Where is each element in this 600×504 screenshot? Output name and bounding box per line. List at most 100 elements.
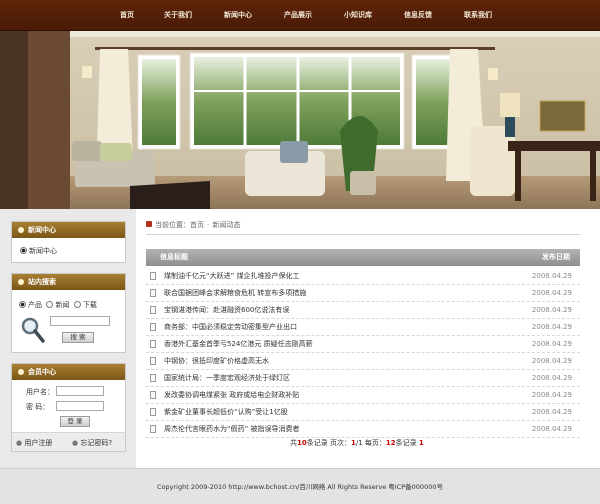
bullet-icon: ● xyxy=(72,439,79,447)
radio-dot-icon xyxy=(19,301,26,308)
radio-products[interactable]: 产品 xyxy=(19,301,42,309)
document-icon xyxy=(150,391,156,399)
breadcrumb: 当前位置：首页 - 新闻动态 xyxy=(146,220,241,230)
news-title-link[interactable]: 周杰伦代言眼药水为“假药” 被指误导消费者 xyxy=(164,421,299,437)
news-date: 2008.04.29 xyxy=(531,374,572,382)
document-icon xyxy=(150,340,156,348)
table-row: 煤制油千亿元“大跃进” 煤企扎堆投产保化工 2008.04.29 xyxy=(146,268,580,285)
column-title: 信息标题 xyxy=(160,253,188,261)
bullet-icon xyxy=(18,279,24,285)
news-title-link[interactable]: 煤制油千亿元“大跃进” 煤企扎堆投产保化工 xyxy=(164,268,299,284)
document-icon xyxy=(150,408,156,416)
member-links-bar: ● 用户注册 ● 忘记密码? xyxy=(12,432,125,451)
register-link[interactable]: ● 用户注册 xyxy=(16,438,52,448)
username-input[interactable] xyxy=(56,386,104,396)
forgot-password-link[interactable]: ● 忘记密码? xyxy=(72,438,112,448)
bullet-icon: ● xyxy=(16,439,23,447)
document-icon xyxy=(150,357,156,365)
search-input[interactable] xyxy=(50,316,110,326)
breadcrumb-home[interactable]: 首页 xyxy=(190,221,204,229)
news-title-link[interactable]: 发改委协调电煤紧张 政府或给电企财政补贴 xyxy=(164,387,299,403)
nav-home[interactable]: 首页 xyxy=(120,0,134,31)
login-button[interactable]: 登 录 xyxy=(60,416,90,427)
nav-products[interactable]: 产品展示 xyxy=(284,0,312,31)
news-date: 2008.04.29 xyxy=(531,391,572,399)
news-date: 2008.04.29 xyxy=(531,408,572,416)
document-icon xyxy=(150,425,156,433)
pagination: 共10条记录 页次：1/1 每页：12条记录 1 xyxy=(290,438,424,448)
password-input[interactable] xyxy=(56,401,104,411)
news-center-label: 新闻中心 xyxy=(29,247,57,255)
news-title-link[interactable]: 宝钢湛港传闻：赴湛融资600亿说法有误 xyxy=(164,302,289,318)
bullet-icon xyxy=(20,247,27,254)
document-icon xyxy=(150,272,156,280)
breadcrumb-prefix: 当前位置： xyxy=(155,221,190,229)
table-row: 联合国据团峰会求解粮食危机 转宣布多项措施 2008.04.29 xyxy=(146,285,580,302)
breadcrumb-current[interactable]: 新闻动态 xyxy=(213,221,241,229)
breadcrumb-separator: - xyxy=(207,221,210,229)
news-date: 2008.04.29 xyxy=(531,357,572,365)
total-records: 10 xyxy=(297,439,307,447)
news-title-link[interactable]: 中钢协：很抵印度矿价格虚高无水 xyxy=(164,353,269,369)
member-center-header: 会员中心 xyxy=(12,364,125,380)
news-date: 2008.04.29 xyxy=(531,272,572,280)
site-search-title: 站内搜索 xyxy=(28,278,56,286)
news-date: 2008.04.29 xyxy=(531,340,572,348)
nav-feedback[interactable]: 信息反馈 xyxy=(404,0,432,31)
magnifier-icon xyxy=(21,317,45,343)
search-button[interactable]: 搜 索 xyxy=(62,332,94,343)
bullet-icon xyxy=(18,369,24,375)
news-title-link[interactable]: 紫金矿业董事长超低价“认购”受让1亿股 xyxy=(164,404,288,420)
location-icon xyxy=(146,221,152,227)
member-center-box: 会员中心 用户名： 密 码： 登 录 ● 用户注册 ● 忘记密码? xyxy=(11,363,126,452)
nav-knowledge[interactable]: 小知识库 xyxy=(344,0,372,31)
table-row: 香港外汇基金首季亏524亿港元 质疑任志刚高薪 2008.04.29 xyxy=(146,336,580,353)
news-title-link[interactable]: 商务部：中国必须稳定劳动密集型产业出口 xyxy=(164,319,297,335)
news-date: 2008.04.29 xyxy=(531,323,572,331)
site-search-box: 站内搜索 产品 新闻 下载 搜 索 xyxy=(11,273,126,353)
document-icon xyxy=(150,374,156,382)
radio-news[interactable]: 新闻 xyxy=(46,301,69,309)
table-row: 商务部：中国必须稳定劳动密集型产业出口 2008.04.29 xyxy=(146,319,580,336)
top-navigation: 首页 关于我们 新闻中心 产品展示 小知识库 信息反馈 联系我们 xyxy=(0,0,600,31)
search-type-radios: 产品 新闻 下载 xyxy=(19,300,97,310)
news-date: 2008.04.29 xyxy=(531,425,572,433)
radio-dot-icon xyxy=(46,301,54,308)
table-row: 国家统计局：一季度宏观经济处于绿灯区 2008.04.29 xyxy=(146,370,580,387)
table-row: 紫金矿业董事长超低价“认购”受让1亿股 2008.04.29 xyxy=(146,404,580,421)
document-icon xyxy=(150,323,156,331)
news-date: 2008.04.29 xyxy=(531,289,572,297)
table-row: 发改委协调电煤紧张 政府或给电企财政补贴 2008.04.29 xyxy=(146,387,580,404)
page-link[interactable]: 1 xyxy=(419,439,424,447)
news-title-link[interactable]: 国家统计局：一季度宏观经济处于绿灯区 xyxy=(164,370,290,386)
nav-about[interactable]: 关于我们 xyxy=(164,0,192,31)
left-sidebar: 新闻中心 新闻中心 站内搜索 产品 新闻 下载 搜 索 会员中心 用户名： 密 … xyxy=(0,209,136,468)
password-label: 密 码： xyxy=(26,403,50,411)
pager-text: 条记录 页次： xyxy=(306,439,351,447)
news-center-header: 新闻中心 xyxy=(12,222,125,238)
bullet-icon xyxy=(18,227,24,233)
site-search-header: 站内搜索 xyxy=(12,274,125,290)
document-icon xyxy=(150,306,156,314)
news-title-link[interactable]: 香港外汇基金首季亏524亿港元 质疑任志刚高薪 xyxy=(164,336,313,352)
table-row: 宝钢湛港传闻：赴湛融资600亿说法有误 2008.04.29 xyxy=(146,302,580,319)
pager-text: 条记录 xyxy=(395,439,419,447)
document-icon xyxy=(150,289,156,297)
table-row: 中钢协：很抵印度矿价格虚高无水 2008.04.29 xyxy=(146,353,580,370)
radio-downloads[interactable]: 下载 xyxy=(73,301,97,309)
news-center-box: 新闻中心 新闻中心 xyxy=(11,221,126,263)
news-center-link[interactable]: 新闻中心 xyxy=(20,246,57,256)
member-center-title: 会员中心 xyxy=(28,368,56,376)
news-center-title: 新闻中心 xyxy=(28,226,56,234)
pager-text: 共 xyxy=(290,439,297,447)
radio-dot-icon xyxy=(73,301,81,308)
nav-news[interactable]: 新闻中心 xyxy=(224,0,252,31)
nav-contact[interactable]: 联系我们 xyxy=(464,0,492,31)
per-page: 12 xyxy=(385,439,396,447)
footer-copyright: Copyright 2009-2010 http://www.bchost.cn… xyxy=(0,468,600,504)
divider xyxy=(146,234,580,235)
banner-image xyxy=(0,31,600,209)
news-date: 2008.04.29 xyxy=(531,306,572,314)
username-label: 用户名： xyxy=(26,388,54,396)
news-title-link[interactable]: 联合国据团峰会求解粮食危机 转宣布多项措施 xyxy=(164,285,306,301)
